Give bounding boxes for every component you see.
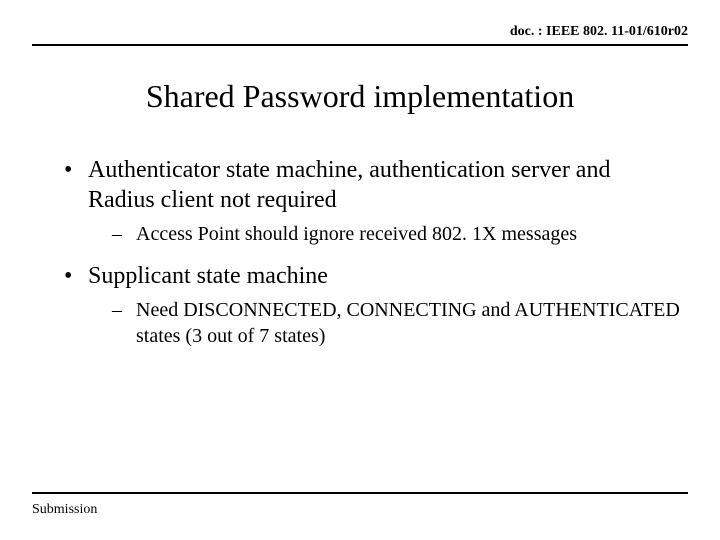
slide-body: Authenticator state machine, authenticat… (60, 155, 680, 363)
slide-page: doc. : IEEE 802. 11-01/610r02 Shared Pas… (0, 0, 720, 540)
bullet-item: Authenticator state machine, authenticat… (60, 155, 680, 247)
sub-list: Access Point should ignore received 802.… (88, 221, 680, 247)
sub-text: Access Point should ignore received 802.… (136, 223, 577, 245)
sub-item: Access Point should ignore received 802.… (88, 221, 680, 247)
bullet-text: Supplicant state machine (88, 263, 328, 289)
bullet-list: Authenticator state machine, authenticat… (60, 155, 680, 349)
bullet-text: Authenticator state machine, authenticat… (88, 157, 610, 213)
sub-text: Need DISCONNECTED, CONNECTING and AUTHEN… (136, 299, 680, 347)
sub-list: Need DISCONNECTED, CONNECTING and AUTHEN… (88, 297, 680, 349)
bullet-item: Supplicant state machine Need DISCONNECT… (60, 261, 680, 349)
sub-item: Need DISCONNECTED, CONNECTING and AUTHEN… (88, 297, 680, 349)
footer-label: Submission (32, 502, 97, 518)
header-rule (32, 44, 688, 46)
footer-rule (32, 492, 688, 494)
slide-title: Shared Password implementation (0, 78, 720, 115)
doc-reference: doc. : IEEE 802. 11-01/610r02 (510, 24, 688, 40)
